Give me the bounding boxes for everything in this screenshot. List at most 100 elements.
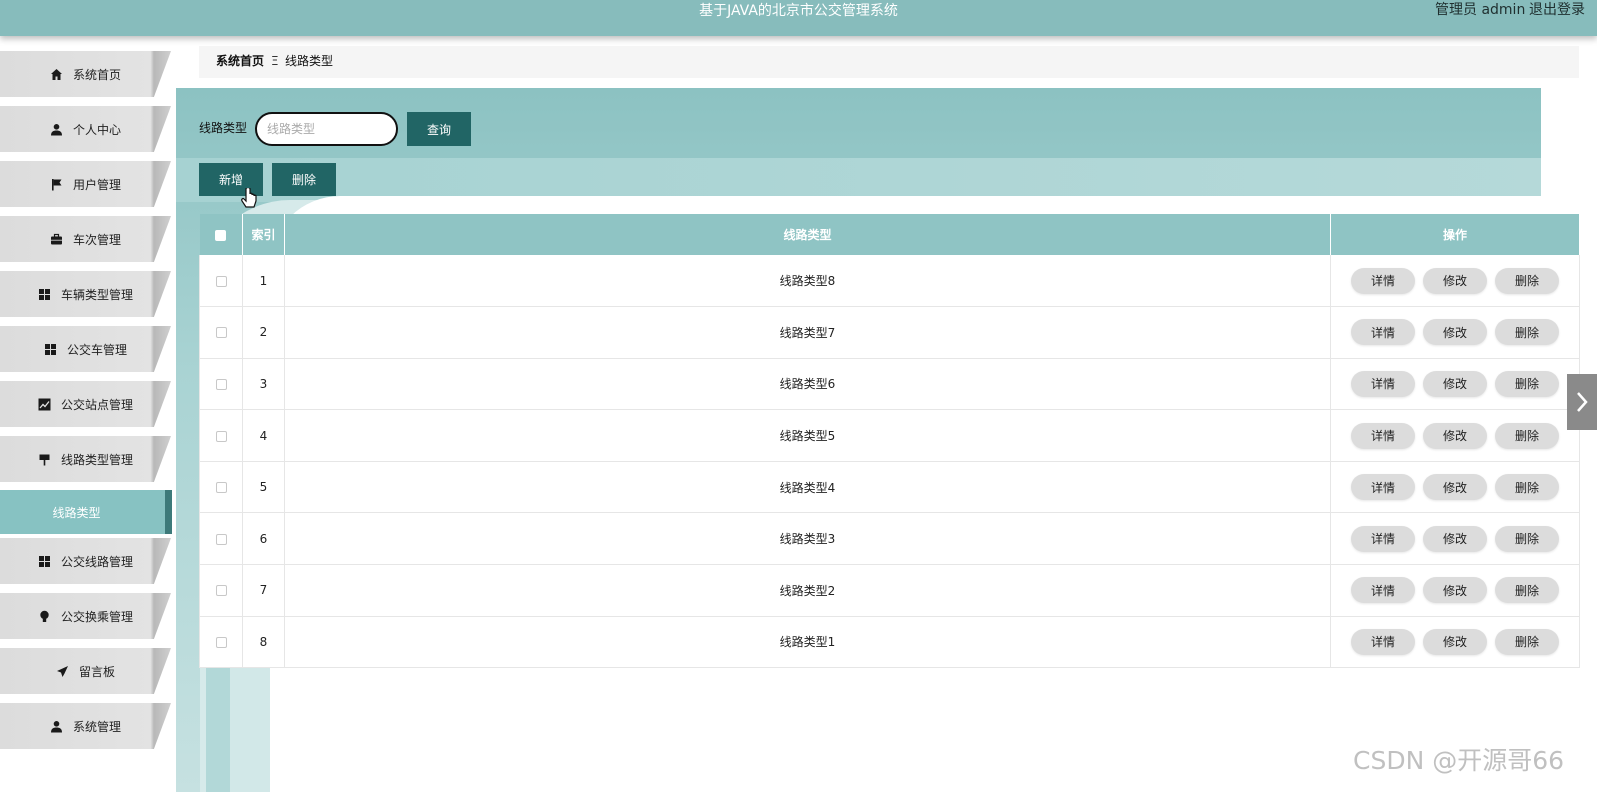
row-delete-button[interactable]: 删除 [1495,628,1559,655]
table-row: 5 线路类型4 详情 修改 删除 [199,461,1580,514]
detail-button[interactable]: 详情 [1351,422,1415,449]
sidebar: 系统首页个人中心用户管理车次管理车辆类型管理 公交车管理公交站点管理 线路类型管理公… [0,36,176,792]
edit-button[interactable]: 修改 [1423,267,1487,294]
sidebar-item[interactable]: 车辆类型管理 [0,271,171,317]
row-delete-button[interactable]: 删除 [1495,525,1559,552]
briefcase-icon [50,233,63,246]
search-label: 线路类型 [199,121,248,135]
table-row: 6 线路类型3 详情 修改 删除 [199,512,1580,566]
sidebar-item[interactable]: 公交线路管理 [0,538,171,584]
row-delete-button[interactable]: 删除 [1495,267,1559,294]
search-input[interactable] [255,112,398,146]
row-actions: 详情 修改 删除 [1330,358,1580,411]
row-route-type: 线路类型8 [284,255,1331,308]
table-row: 1 线路类型8 详情 修改 删除 [199,255,1580,308]
row-select-cell [199,616,243,669]
sidebar-item-label: 用户管理 [72,177,121,192]
row-checkbox[interactable] [215,275,227,287]
row-route-type: 线路类型7 [284,306,1331,359]
detail-button[interactable]: 详情 [1351,577,1415,604]
row-checkbox[interactable] [215,585,227,597]
row-route-type: 线路类型2 [284,564,1331,617]
table-row: 7 线路类型2 详情 修改 删除 [199,564,1580,617]
row-actions: 详情 修改 删除 [1330,409,1580,462]
sidebar-item-label: 系统首页 [72,67,121,82]
sidebar-item[interactable]: 公交车管理 [0,326,171,372]
detail-button[interactable]: 详情 [1351,525,1415,552]
table-row: 3 线路类型6 详情 修改 删除 [199,358,1580,411]
row-route-type: 线路类型6 [284,358,1331,411]
row-delete-button[interactable]: 删除 [1495,319,1559,346]
edit-button[interactable]: 修改 [1423,422,1487,449]
row-select-cell [199,255,243,308]
select-all-checkbox[interactable] [215,229,227,241]
table-header-row: 索引 线路类型 操作 [199,214,1580,255]
row-route-type: 线路类型4 [284,461,1331,514]
row-route-type: 线路类型3 [284,512,1331,566]
row-select-cell [199,564,243,617]
app-title: 基于JAVA的北京市公交管理系统 [699,3,898,19]
row-delete-button[interactable]: 删除 [1495,577,1559,604]
edit-button[interactable]: 修改 [1423,370,1487,397]
sidebar-item[interactable]: 个人中心 [0,106,171,152]
row-actions: 详情 修改 删除 [1330,512,1580,566]
sidebar-item[interactable]: 系统管理 [0,703,171,749]
sidebar-item-label: 车辆类型管理 [60,287,133,302]
logout-link[interactable]: 退出登录 [1529,1,1585,19]
sidebar-item-label: 公交车管理 [66,342,127,357]
bulb-icon [38,610,51,623]
breadcrumb-home[interactable]: 系统首页 [216,53,264,69]
detail-button[interactable]: 详情 [1351,628,1415,655]
sidebar-item[interactable]: 车次管理 [0,216,171,262]
row-select-cell [199,306,243,359]
user-icon [50,720,63,733]
detail-button[interactable]: 详情 [1351,370,1415,397]
row-checkbox[interactable] [215,327,227,339]
row-route-type: 线路类型5 [284,409,1331,462]
row-checkbox[interactable] [215,533,227,545]
row-delete-button[interactable]: 删除 [1495,422,1559,449]
row-checkbox[interactable] [215,378,227,390]
row-checkbox[interactable] [215,430,227,442]
detail-button[interactable]: 详情 [1351,319,1415,346]
edit-button[interactable]: 修改 [1423,319,1487,346]
sidebar-item[interactable]: 公交站点管理 [0,381,171,427]
sidebar-item-label: 系统管理 [72,719,121,734]
sidebar-item-label: 留言板 [78,664,115,679]
row-checkbox[interactable] [215,636,227,648]
user-label: 管理员 admin [1435,2,1526,18]
query-button[interactable]: 查询 [407,112,471,146]
row-checkbox[interactable] [215,482,227,494]
sidebar-item[interactable]: 公交换乘管理 [0,593,171,639]
sidebar-item[interactable]: 用户管理 [0,161,171,207]
breadcrumb-current: 线路类型 [285,54,334,68]
sidebar-item-label: 线路类型管理 [60,452,133,467]
row-index: 2 [242,306,285,359]
sidebar-subitem-active[interactable]: 线路类型 [0,490,172,534]
grid-icon [38,555,51,568]
sidebar-item[interactable]: 留言板 [0,648,171,694]
row-delete-button[interactable]: 删除 [1495,474,1559,501]
row-actions: 详情 修改 删除 [1330,461,1580,514]
row-actions: 详情 修改 删除 [1330,616,1580,669]
sidebar-item[interactable]: 线路类型管理 [0,436,171,482]
sidebar-subitem-label: 线路类型 [52,505,101,520]
table-row: 4 线路类型5 详情 修改 删除 [199,409,1580,462]
edit-button[interactable]: 修改 [1423,474,1487,501]
detail-button[interactable]: 详情 [1351,267,1415,294]
edit-button[interactable]: 修改 [1423,525,1487,552]
edit-button[interactable]: 修改 [1423,628,1487,655]
column-header-type: 线路类型 [284,214,1331,255]
row-delete-button[interactable]: 删除 [1495,370,1559,397]
row-select-cell [199,512,243,566]
expand-panel-tab[interactable] [1567,374,1597,430]
chart-icon [38,398,51,411]
detail-button[interactable]: 详情 [1351,474,1415,501]
sidebar-item[interactable]: 系统首页 [0,51,171,97]
user-icon [50,123,63,136]
signpost-icon [38,453,51,466]
sidebar-item-label: 公交站点管理 [60,397,133,412]
edit-button[interactable]: 修改 [1423,577,1487,604]
delete-button[interactable]: 删除 [272,163,336,196]
send-icon [56,665,69,678]
